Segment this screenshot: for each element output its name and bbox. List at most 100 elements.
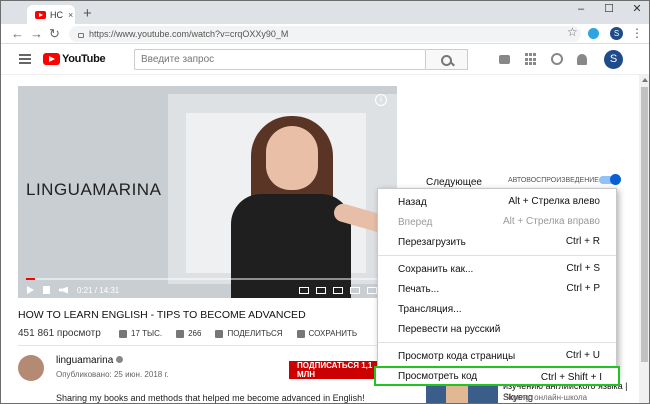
progress-fill [26, 278, 35, 280]
next-icon[interactable] [43, 286, 50, 294]
camera-icon[interactable] [499, 55, 510, 64]
menu-item-shortcut: Ctrl + P [566, 283, 600, 294]
verified-icon [116, 356, 124, 363]
video-overlay-text: LINGUAMARINA [26, 180, 162, 199]
player-controls: 0:21 / 14:31 [18, 282, 397, 298]
menu-dots-icon[interactable]: ⋮ [631, 26, 643, 40]
reload-icon[interactable]: ↻ [49, 26, 60, 42]
scrollbar-thumb[interactable] [641, 87, 648, 362]
youtube-play-icon [43, 53, 60, 65]
youtube-favicon-icon [35, 10, 46, 19]
page-scrollbar[interactable] [639, 75, 649, 403]
video-actions: 17 ТЫС. 266 ПОДЕЛИТЬСЯ СОХРАНИТЬ [119, 329, 371, 338]
settings-icon[interactable] [316, 286, 326, 294]
menu-item-shortcut: Ctrl + R [565, 236, 600, 247]
playlist-add-icon [296, 329, 305, 338]
video-player[interactable]: LINGUAMARINA i 0:21 / 14:31 [18, 86, 397, 298]
player-right-controls [299, 286, 377, 294]
back-icon[interactable]: ← [11, 26, 24, 41]
view-count: 451 861 просмотр [18, 328, 101, 339]
menu-item-forward: Вперед Alt + Стрелка вправо [378, 212, 616, 232]
recommended-channel: Skyeng: онлайн-школа [503, 393, 588, 402]
subtitles-icon[interactable] [299, 286, 309, 294]
menu-item-label: Назад [398, 196, 427, 208]
menu-item-label: Просмотреть код [398, 370, 478, 382]
apps-icon[interactable] [525, 53, 538, 66]
miniplayer-icon[interactable] [333, 286, 343, 294]
menu-item-back[interactable]: Назад Alt + Стрелка влево [378, 192, 616, 212]
bell-icon[interactable] [577, 54, 587, 65]
save-button[interactable]: СОХРАНИТЬ [296, 329, 358, 338]
play-icon[interactable] [27, 286, 34, 294]
menu-separator [378, 342, 616, 343]
close-window-button[interactable]: ✕ [623, 1, 649, 19]
menu-item-shortcut: Alt + Стрелка вправо [502, 216, 600, 227]
avatar[interactable]: S [604, 50, 623, 69]
browser-tab[interactable]: НС × [27, 5, 75, 24]
share-label: ПОДЕЛИТЬСЯ [227, 329, 283, 338]
menu-item-label: Вперед [398, 216, 433, 228]
published-date: Опубликовано: 25 июн. 2018 г. [56, 370, 169, 379]
url-text: https://www.youtube.com/watch?v=crqOXXy9… [89, 29, 289, 39]
menu-item-label: Сохранить как... [398, 263, 474, 275]
minimize-button[interactable]: – [567, 1, 595, 19]
fullscreen-icon[interactable] [367, 286, 377, 294]
menu-item-shortcut: Ctrl + Shift + I [540, 372, 602, 383]
like-count: 17 ТЫС. [131, 329, 163, 338]
youtube-logo[interactable]: YouTube [43, 53, 106, 65]
search-input[interactable] [134, 49, 426, 70]
autoplay-toggle[interactable] [599, 174, 621, 185]
share-button[interactable]: ПОДЕЛИТЬСЯ [215, 329, 283, 338]
thumbs-up-icon [119, 329, 127, 338]
save-label: СОХРАНИТЬ [308, 329, 358, 338]
channel-avatar[interactable] [18, 355, 44, 381]
youtube-logo-text: YouTube [62, 53, 106, 65]
hamburger-icon[interactable] [19, 54, 31, 66]
info-icon[interactable]: i [375, 94, 387, 106]
menu-item-label: Трансляция... [398, 303, 462, 315]
menu-item-save-as[interactable]: Сохранить как... Ctrl + S [378, 259, 616, 279]
menu-item-label: Печать... [398, 283, 440, 295]
maximize-button[interactable]: ☐ [595, 1, 623, 19]
tab-title: НС [50, 9, 63, 20]
like-button[interactable]: 17 ТЫС. [119, 329, 162, 338]
dislike-button[interactable]: 266 [176, 329, 201, 338]
menu-item-label: Просмотр кода страницы [398, 350, 516, 362]
scroll-up-icon[interactable] [642, 78, 648, 82]
progress-bar[interactable] [26, 278, 389, 280]
share-icon [215, 329, 224, 338]
new-tab-button[interactable]: + [83, 5, 92, 22]
browser-window: НС × + – ☐ ✕ ← → ↻ https://www.youtube.c… [0, 0, 650, 404]
tab-close-icon[interactable]: × [68, 10, 73, 20]
chat-icon[interactable] [551, 53, 563, 65]
youtube-header: YouTube S [1, 45, 649, 75]
menu-item-view-source[interactable]: Просмотр кода страницы Ctrl + U [378, 346, 616, 366]
menu-item-shortcut: Alt + Стрелка влево [508, 196, 600, 207]
channel-name[interactable]: linguamarina [56, 355, 124, 366]
video-description: Sharing my books and methods that helped… [56, 393, 365, 403]
menu-item-inspect[interactable]: Просмотреть код Ctrl + Shift + I [374, 366, 620, 386]
forward-icon[interactable]: → [30, 26, 43, 41]
tab-strip: НС × + – ☐ ✕ [1, 1, 649, 24]
browser-profile-avatar[interactable]: S [610, 27, 623, 40]
menu-separator [378, 255, 616, 256]
time-display: 0:21 / 14:31 [77, 285, 120, 295]
up-next-heading: Следующее [426, 177, 482, 188]
video-presenter [211, 116, 397, 298]
address-bar[interactable]: https://www.youtube.com/watch?v=crqOXXy9… [69, 26, 581, 42]
window-controls: – ☐ ✕ [567, 1, 649, 19]
thumbs-down-icon [176, 329, 185, 338]
theater-icon[interactable] [350, 286, 360, 294]
video-title: HOW TO LEARN ENGLISH - TIPS TO BECOME AD… [18, 309, 306, 321]
menu-item-print[interactable]: Печать... Ctrl + P [378, 279, 616, 299]
menu-item-translate[interactable]: Перевести на русский [378, 319, 616, 339]
menu-item-shortcut: Ctrl + S [566, 263, 600, 274]
menu-item-cast[interactable]: Трансляция... [378, 299, 616, 319]
menu-item-label: Перезагрузить [398, 236, 466, 248]
search-icon[interactable] [426, 49, 468, 70]
volume-icon[interactable] [59, 286, 68, 294]
menu-item-reload[interactable]: Перезагрузить Ctrl + R [378, 232, 616, 252]
divider [18, 345, 378, 346]
telegram-icon[interactable] [588, 28, 599, 39]
star-icon[interactable]: ☆ [567, 25, 578, 39]
